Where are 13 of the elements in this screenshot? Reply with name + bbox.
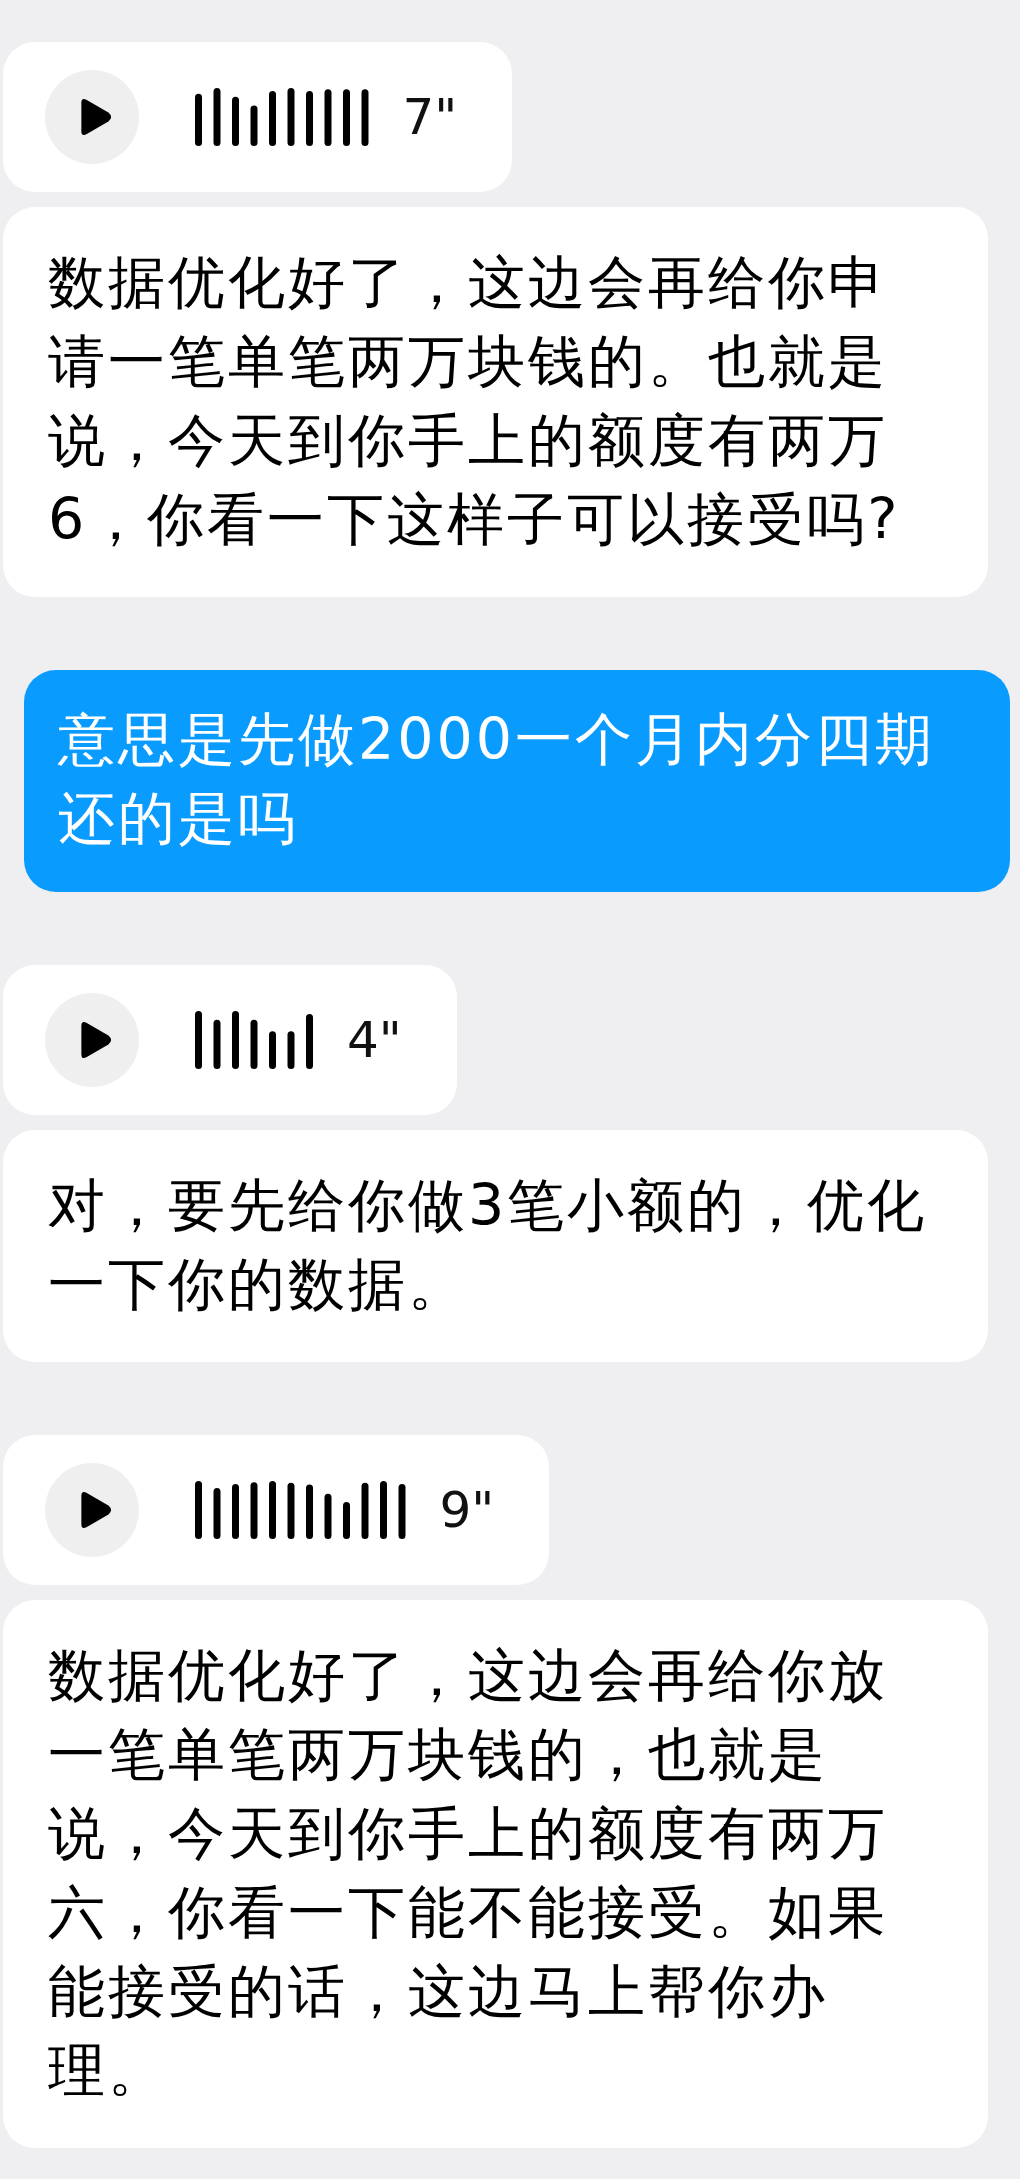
- message-text: 数据优化好了，这边会再给你放一笔单笔两万块钱的，也就是说，今天到你手上的额度有两万六，你看一下能不能接受。如果能接受的话，这边马上帮你办理。: [48, 1641, 889, 2105]
- waveform-icon: [195, 1481, 406, 1539]
- voice-message-bubble[interactable]: 7": [3, 42, 513, 192]
- voice-duration: 4": [347, 1011, 402, 1069]
- message-text: 意思是先做2000一个月内分四期还的是吗: [58, 705, 937, 853]
- voice-duration: 9": [439, 1481, 495, 1539]
- voice-duration: 7": [402, 88, 458, 146]
- message-text: 数据优化好了，这边会再给你申请一笔单笔两万块钱的。也就是说，今天到你手上的额度有两万6，你看一下这样子可以接受吗?: [48, 248, 902, 554]
- message-text: 对，要先给你做3笔小额的，优化一下你的数据。: [48, 1171, 928, 1319]
- waveform-icon: [195, 88, 369, 146]
- waveform-icon: [195, 1011, 313, 1069]
- voice-message-bubble[interactable]: 4": [3, 965, 457, 1115]
- voice-message-bubble[interactable]: 9": [3, 1435, 550, 1585]
